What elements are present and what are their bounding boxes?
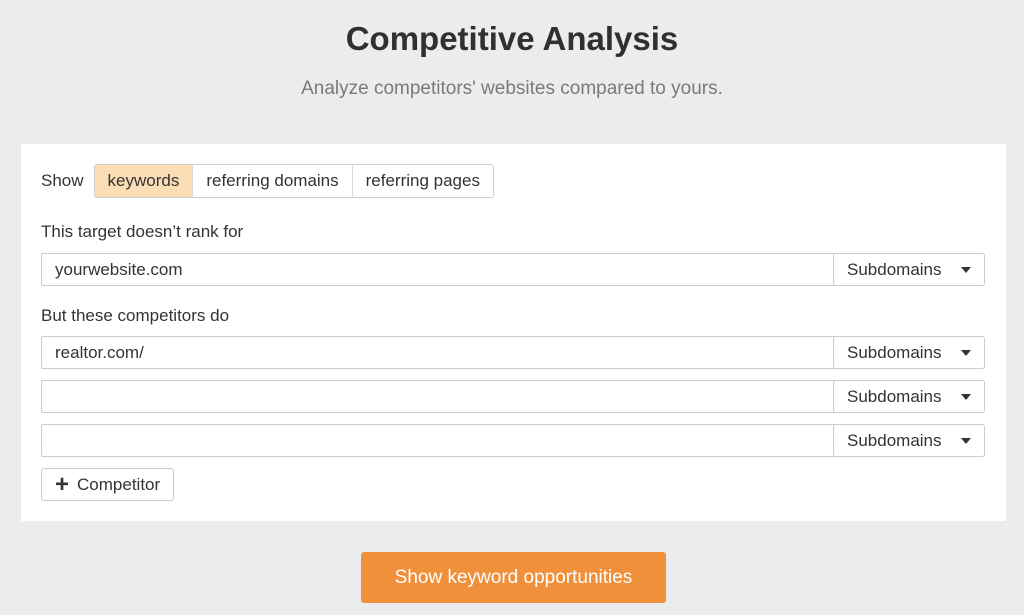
show-selector: Show keywords referring domains referrin…: [41, 164, 494, 198]
page-title: Competitive Analysis: [345, 20, 679, 57]
tab-keywords[interactable]: keywords: [94, 165, 194, 197]
page-subtitle: Analyze competitors' websites compared t…: [301, 78, 723, 99]
competitor-mode-value: Subdomains: [847, 386, 942, 406]
competitor-mode-value: Subdomains: [847, 342, 942, 362]
target-label: This target doesn’t rank for: [41, 222, 244, 241]
show-label: Show: [41, 171, 84, 190]
competitor-input-1[interactable]: realtor.com/: [41, 336, 849, 369]
tab-referring-domains[interactable]: referring domains: [193, 165, 353, 197]
competitor-input-3[interactable]: [41, 424, 849, 457]
competitor-mode-select-2[interactable]: Subdomains: [833, 380, 985, 413]
show-keyword-opportunities-button[interactable]: Show keyword opportunities: [361, 552, 666, 603]
show-segmented-control: keywords referring domains referring pag…: [93, 164, 494, 198]
add-competitor-label: Competitor: [77, 474, 161, 494]
caret-down-icon: [961, 438, 971, 444]
tab-referring-pages[interactable]: referring pages: [352, 165, 493, 197]
target-mode-select[interactable]: Subdomains: [833, 253, 985, 286]
add-competitor-button[interactable]: + Competitor: [41, 468, 175, 501]
caret-down-icon: [961, 350, 971, 356]
competitors-label: But these competitors do: [41, 306, 230, 325]
target-mode-value: Subdomains: [847, 259, 942, 279]
target-input[interactable]: yourwebsite.com: [41, 253, 849, 286]
competitor-input-2[interactable]: [41, 380, 849, 413]
caret-down-icon: [961, 267, 971, 273]
competitor-mode-value: Subdomains: [847, 430, 942, 450]
caret-down-icon: [961, 394, 971, 400]
competitor-mode-select-3[interactable]: Subdomains: [833, 424, 985, 457]
analysis-form-card: Show keywords referring domains referrin…: [21, 144, 1006, 521]
plus-icon: +: [55, 470, 70, 498]
competitor-mode-select-1[interactable]: Subdomains: [833, 336, 985, 369]
